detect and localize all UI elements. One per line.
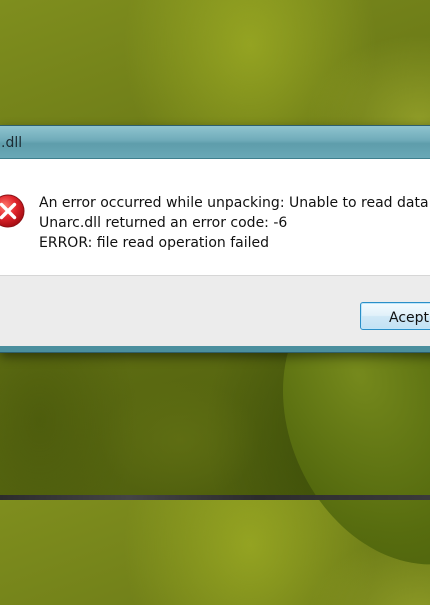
error-message: An error occurred while unpacking: Unabl… [39,193,429,253]
dialog-footer: Acept [0,275,430,346]
error-dialog: .dll An error occurred while unpacking: … [0,125,430,353]
error-message-line-1: An error occurred while unpacking: Unabl… [39,195,429,211]
accept-button[interactable]: Acept [360,302,430,330]
dialog-title: .dll [1,135,23,151]
dialog-content: An error occurred while unpacking: Unabl… [0,158,430,275]
taskbar-edge [0,495,430,500]
error-icon [0,194,25,228]
dialog-titlebar[interactable]: .dll [0,126,430,158]
error-message-line-3: ERROR: file read operation failed [39,235,269,251]
wallpaper-shade [100,380,260,500]
error-message-line-2: Unarc.dll returned an error code: -6 [39,215,288,231]
